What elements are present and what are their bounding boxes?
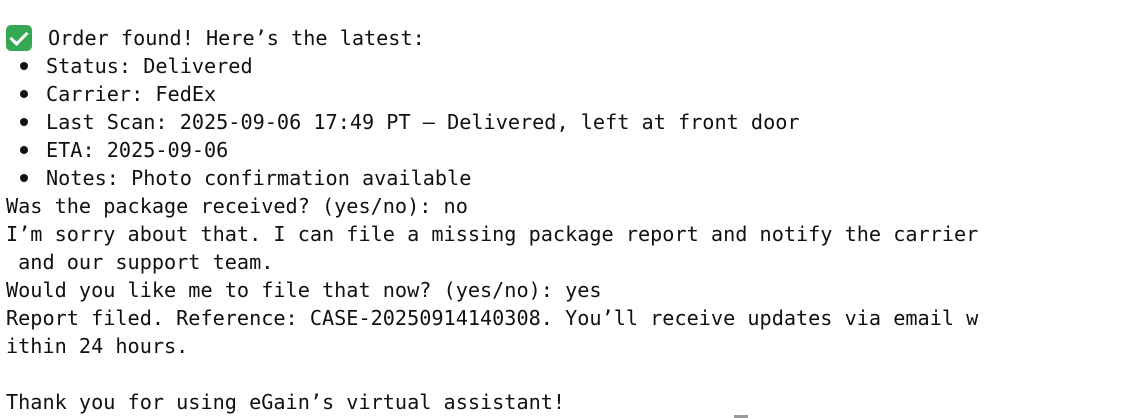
detail-eta: ETA: 2025-09-06 [6,136,1136,164]
detail-text: Status: Delivered [46,54,253,78]
file-prompt-line: Would you like me to file that now? (yes… [6,278,602,302]
order-found-line: Order found! Here’s the latest: [6,24,1136,52]
order-found-text: Order found! Here’s the latest: [48,26,425,50]
bullet-icon [20,174,28,182]
report-line-2: ithin 24 hours. [6,334,189,358]
terminal-output: Order found! Here’s the latest: Status: … [6,24,1136,416]
detail-status: Status: Delivered [6,52,1136,80]
detail-text: ETA: 2025-09-06 [46,138,229,162]
check-mark-icon [6,25,32,51]
thanks-line: Thank you for using eGain’s virtual assi… [6,390,566,414]
detail-notes: Notes: Photo confirmation available [6,164,1136,192]
bullet-icon [20,118,28,126]
apology-line-1: I’m sorry about that. I can file a missi… [6,222,979,246]
detail-text: Notes: Photo confirmation available [46,166,472,190]
bullet-icon [20,146,28,154]
bullet-icon [20,62,28,70]
apology-line-2: and our support team. [6,250,274,274]
detail-carrier: Carrier: FedEx [6,80,1136,108]
detail-text: Carrier: FedEx [46,82,217,106]
detail-last-scan: Last Scan: 2025-09-06 17:49 PT — Deliver… [6,108,1136,136]
report-line-1: Report filed. Reference: CASE-2025091414… [6,306,979,330]
detail-text: Last Scan: 2025-09-06 17:49 PT — Deliver… [46,110,800,134]
bullet-icon [20,90,28,98]
received-prompt-line: Was the package received? (yes/no): no [6,194,468,218]
